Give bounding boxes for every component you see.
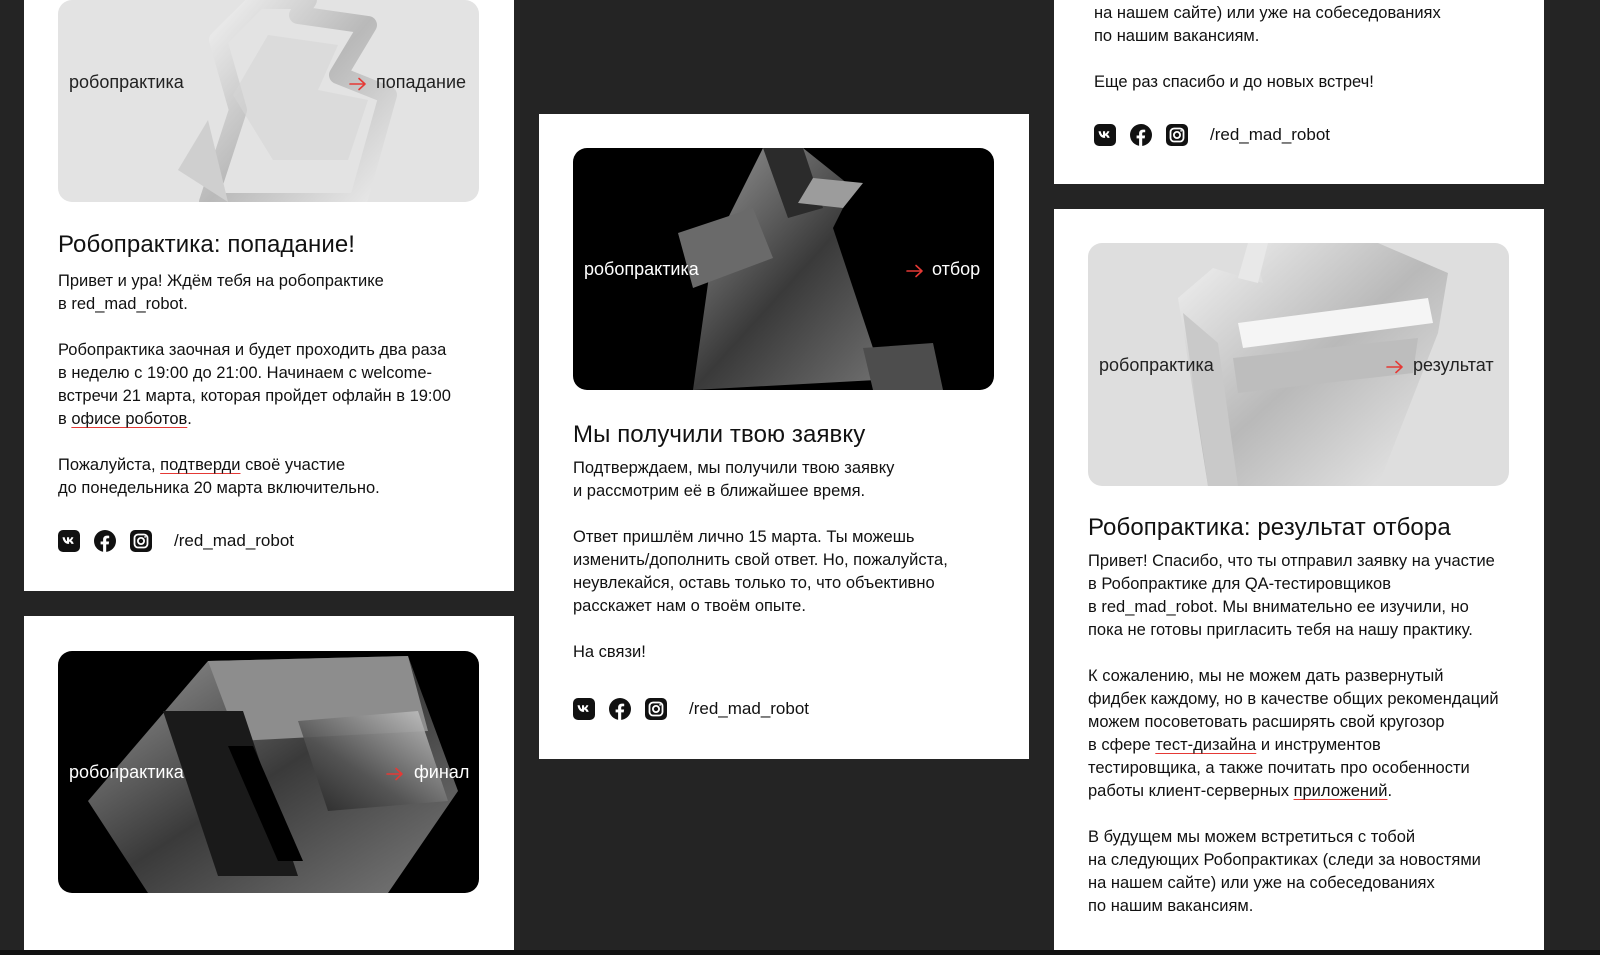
banner-result: робопрактика результат xyxy=(1088,243,1509,486)
text-line: пока не готовы пригласить тебя на нашу п… xyxy=(1088,621,1473,639)
banner-final: робопрактика финал xyxy=(58,651,479,893)
arrow-right-icon xyxy=(1386,360,1404,374)
banner-tag-label: отбор xyxy=(932,259,981,279)
text-line: изменить/дополнить свой ответ. Но, пожал… xyxy=(573,551,948,569)
email-title: Робопрактика: попадание! xyxy=(58,231,356,258)
text-line: В будущем мы можем встретиться с тобой xyxy=(1088,828,1416,846)
text-line: . xyxy=(187,410,192,428)
email-title: Робопрактика: результат отбора xyxy=(1088,514,1451,541)
email-card-application: робопрактика отбор Мы получили твою заяв… xyxy=(539,114,1029,759)
banner-tag-label: результат xyxy=(1413,355,1494,375)
social-handle[interactable]: /red_mad_robot xyxy=(174,531,294,551)
instagram-icon[interactable] xyxy=(130,530,152,552)
text-line: Еще раз спасибо и до новых встреч! xyxy=(1094,73,1374,91)
text-line: в red_mad_robot. Мы внимательно ее изучи… xyxy=(1088,598,1469,616)
email-card-farewell: на нашем сайте) или уже на собеседования… xyxy=(1054,0,1544,184)
office-link[interactable]: офисе роботов xyxy=(71,410,187,428)
arrow-right-icon xyxy=(386,767,404,781)
text-line: по нашим вакансиям. xyxy=(1088,897,1254,915)
text-line: до понедельника 20 марта включительно. xyxy=(58,479,380,497)
text-line: на нашем сайте) или уже на собеседования… xyxy=(1094,4,1441,22)
text-line: работы клиент-серверных xyxy=(1088,782,1294,800)
bottom-edge xyxy=(0,950,1600,955)
text-line: Привет! Спасибо, что ты отправил заявку … xyxy=(1088,552,1495,570)
text-line: фидбек каждому, но в качестве общих реко… xyxy=(1088,690,1499,708)
text-line: Ответ пришлём лично 15 марта. Ты можешь xyxy=(573,528,915,546)
test-design-link[interactable]: тест-дизайна xyxy=(1155,736,1256,754)
text-line: Привет и ура! Ждём тебя на робопрактике xyxy=(58,272,384,290)
email-body: Подтверждаем, мы получили твою заявку и р… xyxy=(573,457,1013,664)
applications-link[interactable]: приложений xyxy=(1294,782,1388,800)
text-line: на нашем сайте) или уже на собеседования… xyxy=(1088,874,1435,892)
vk-icon[interactable] xyxy=(573,698,595,720)
text-line: расскажет нам о твоём опыте. xyxy=(573,597,806,615)
text-line: Пожалуйста, xyxy=(58,456,161,474)
text-line: по нашим вакансиям. xyxy=(1094,27,1260,45)
arrow-right-icon xyxy=(349,77,367,91)
text-line: своё участие xyxy=(240,456,346,474)
instagram-icon[interactable] xyxy=(1166,124,1188,146)
facebook-icon[interactable] xyxy=(94,530,116,552)
email-card-final: робопрактика финал xyxy=(24,616,514,955)
vk-icon[interactable] xyxy=(58,530,80,552)
text-line: в red_mad_robot. xyxy=(58,295,188,313)
text-line: в Робопрактике для QA-тестировщиков xyxy=(1088,575,1392,593)
banner-tag-label: попадание xyxy=(376,72,467,92)
banner-brand-label: робопрактика xyxy=(69,762,184,782)
text-line: в сфере xyxy=(1088,736,1156,754)
email-title: Мы получили твою заявку xyxy=(573,421,866,448)
text-line: . xyxy=(1387,782,1393,800)
banner-brand-label: робопрактика xyxy=(69,72,184,92)
text-line: в xyxy=(58,410,72,428)
banner-brand-label: робопрактика xyxy=(584,259,699,279)
text-line: и рассмотрим её в ближайшее время. xyxy=(573,482,866,500)
email-body: Привет! Спасибо, что ты отправил заявку … xyxy=(1088,550,1538,918)
social-handle[interactable]: /red_mad_robot xyxy=(689,699,809,719)
confirm-link[interactable]: подтверди xyxy=(160,456,240,474)
text-line: можем посоветовать расширять свой кругоз… xyxy=(1088,713,1445,731)
text-line: на следующих Робопрактиках (следи за нов… xyxy=(1088,851,1481,869)
banner-brand-label: робопрактика xyxy=(1099,355,1214,375)
text-line: встречи 21 марта, которая пройдет офлайн… xyxy=(58,387,451,405)
text-line: в неделю с 19:00 до 21:00. Начинаем с we… xyxy=(58,364,433,382)
email-body: на нашем сайте) или уже на собеседования… xyxy=(1094,2,1534,94)
social-links: /red_mad_robot xyxy=(1094,124,1330,146)
email-card-hit: робопрактика попадание Робопрактика: поп… xyxy=(24,0,514,591)
metal-shape-image xyxy=(178,0,397,202)
social-links: /red_mad_robot xyxy=(58,530,294,552)
facebook-icon[interactable] xyxy=(609,698,631,720)
text-line: Робопрактика заочная и будет проходить д… xyxy=(58,341,447,359)
text-line: Подтверждаем, мы получили твою заявку xyxy=(573,459,895,477)
text-line: неувлекайся, оставь только то, что объек… xyxy=(573,574,935,592)
email-body: Привет и ура! Ждём тебя на робопрактике в… xyxy=(58,270,498,500)
banner-hit: робопрактика попадание xyxy=(58,0,479,202)
text-line: На связи! xyxy=(573,643,646,661)
banner-selection: робопрактика отбор xyxy=(573,148,994,390)
vk-icon[interactable] xyxy=(1094,124,1116,146)
email-card-result: робопрактика результат Робопрактика: рез… xyxy=(1054,209,1544,955)
social-handle[interactable]: /red_mad_robot xyxy=(1210,125,1330,145)
text-line: К сожалению, мы не можем дать развернуты… xyxy=(1088,667,1444,685)
facebook-icon[interactable] xyxy=(1130,124,1152,146)
arrow-right-icon xyxy=(906,264,924,278)
instagram-icon[interactable] xyxy=(645,698,667,720)
text-line: тестировщика, а также почитать про особе… xyxy=(1088,759,1470,777)
banner-tag-label: финал xyxy=(414,762,470,782)
text-line: и инструментов xyxy=(1256,736,1381,754)
social-links: /red_mad_robot xyxy=(573,698,809,720)
